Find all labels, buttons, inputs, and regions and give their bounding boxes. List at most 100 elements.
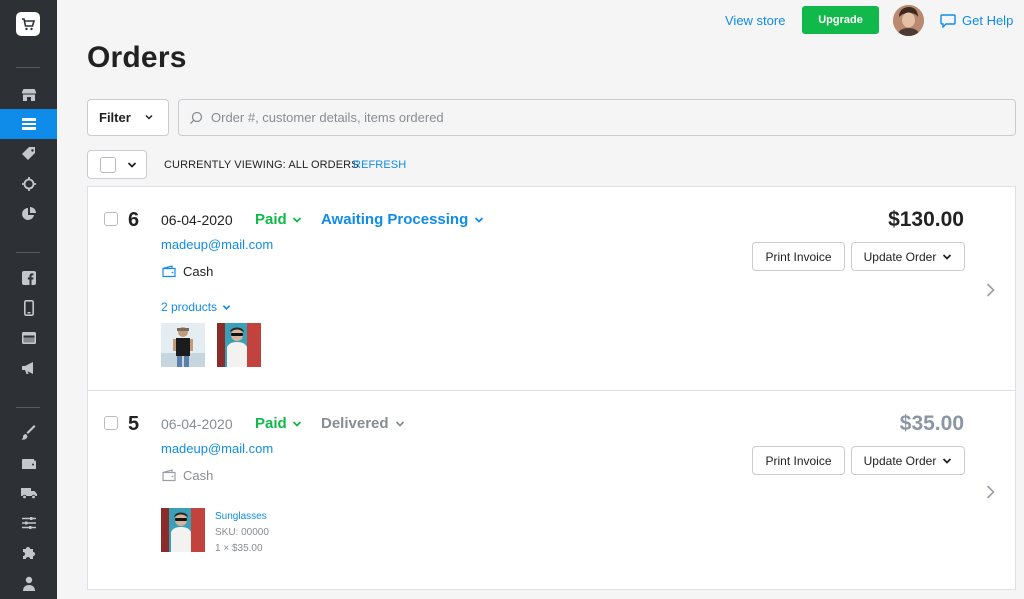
crosshair-icon [21, 177, 36, 191]
update-order-button[interactable]: Update Order [851, 446, 965, 475]
chevron-down-icon [475, 216, 484, 223]
chat-bubble-icon [940, 13, 956, 28]
store-logo-icon[interactable] [16, 12, 40, 36]
mobile-icon [23, 300, 34, 316]
order-row[interactable]: 5 06-04-2020 Paid Delivered madeup@mail.… [88, 391, 1015, 589]
print-invoice-button[interactable]: Print Invoice [752, 242, 845, 271]
viewing-label: CURRENTLY VIEWING: ALL ORDERS [164, 159, 359, 171]
sidebar-divider [16, 252, 40, 253]
user-photo-icon [893, 5, 924, 36]
sidebar-item-mobile[interactable] [0, 293, 57, 323]
refresh-link[interactable]: REFRESH [353, 159, 406, 171]
order-row[interactable]: 6 06-04-2020 Paid Awaiting Processing ma… [88, 187, 1015, 391]
pie-chart-icon [21, 207, 36, 220]
search-input[interactable] [211, 110, 991, 125]
chevron-down-icon [943, 457, 952, 464]
fulfillment-status-label: Delivered [321, 415, 389, 432]
sliders-icon [21, 517, 36, 529]
search-bar[interactable] [178, 99, 1016, 136]
sidebar-item-website[interactable] [0, 323, 57, 353]
chevron-down-icon [395, 420, 404, 427]
sidebar-item-settings[interactable] [0, 508, 57, 538]
product-photo-icon [161, 508, 205, 552]
view-store-link[interactable]: View store [725, 13, 785, 28]
sidebar-item-shipping[interactable] [0, 478, 57, 508]
customer-email[interactable]: madeup@mail.com [161, 237, 273, 252]
user-icon [22, 576, 35, 591]
payment-method: Cash [161, 468, 213, 483]
fulfillment-status-dropdown[interactable]: Delivered [321, 415, 405, 432]
update-order-label: Update Order [863, 249, 937, 264]
item-name-link[interactable]: Sunglasses [215, 511, 267, 522]
sidebar-item-store[interactable] [0, 80, 57, 110]
chevron-down-icon [943, 253, 952, 260]
get-help-link[interactable]: Get Help [940, 13, 1013, 28]
orders-icon [21, 118, 36, 130]
order-checkbox[interactable] [104, 416, 118, 430]
sidebar-item-payment[interactable] [0, 448, 57, 478]
wallet-icon [21, 459, 36, 469]
item-qty-price: 1 × $35.00 [215, 543, 263, 554]
facebook-icon [21, 271, 36, 285]
sidebar-item-facebook[interactable] [0, 263, 57, 293]
sidebar [0, 0, 57, 599]
wallet-icon [162, 265, 176, 278]
print-invoice-button[interactable]: Print Invoice [752, 446, 845, 475]
print-invoice-label: Print Invoice [765, 249, 832, 264]
fulfillment-status-label: Awaiting Processing [321, 211, 469, 228]
order-total: $130.00 [888, 208, 964, 231]
fulfillment-status-dropdown[interactable]: Awaiting Processing [321, 211, 484, 228]
payment-status-label: Paid [255, 415, 287, 432]
chevron-down-icon [222, 304, 231, 310]
filter-button[interactable]: Filter [87, 99, 169, 136]
sidebar-divider [16, 407, 40, 408]
chevron-down-icon [127, 162, 137, 168]
print-invoice-label: Print Invoice [765, 453, 832, 468]
sidebar-item-apps[interactable] [0, 538, 57, 568]
chevron-right-icon[interactable] [985, 484, 995, 500]
payment-status-label: Paid [255, 211, 287, 228]
order-date: 06-04-2020 [161, 416, 233, 432]
brush-icon [21, 425, 35, 440]
chevron-down-icon [292, 420, 301, 427]
orders-list: 6 06-04-2020 Paid Awaiting Processing ma… [87, 186, 1016, 590]
chevron-down-icon [145, 114, 153, 120]
order-date: 06-04-2020 [161, 212, 233, 228]
item-sku: SKU: 00000 [215, 527, 269, 538]
products-toggle[interactable]: 2 products [161, 300, 231, 314]
order-total: $35.00 [899, 412, 964, 435]
chevron-right-icon[interactable] [985, 282, 995, 298]
order-number: 6 [128, 209, 140, 231]
update-order-label: Update Order [863, 453, 937, 468]
select-all-checkbox[interactable] [100, 157, 116, 173]
chevron-down-icon [292, 216, 301, 223]
product-thumbnail[interactable] [161, 508, 205, 552]
tag-icon [21, 147, 35, 160]
sidebar-item-marketing[interactable] [0, 169, 57, 199]
search-icon [190, 111, 203, 124]
sidebar-item-ads[interactable] [0, 353, 57, 383]
page-title: Orders [87, 41, 187, 74]
customer-email[interactable]: madeup@mail.com [161, 441, 273, 456]
sidebar-item-orders[interactable] [0, 109, 57, 139]
product-thumbnail[interactable] [161, 323, 205, 367]
bulk-select-dropdown[interactable] [87, 150, 147, 179]
payment-status-dropdown[interactable]: Paid [255, 415, 302, 432]
update-order-button[interactable]: Update Order [851, 242, 965, 271]
avatar[interactable] [893, 5, 924, 36]
get-help-label: Get Help [962, 13, 1014, 28]
sidebar-item-products[interactable] [0, 139, 57, 169]
product-photo-icon [161, 323, 205, 367]
order-number: 5 [128, 413, 140, 435]
sidebar-item-account[interactable] [0, 568, 57, 598]
browser-icon [21, 332, 36, 344]
order-checkbox[interactable] [104, 212, 118, 226]
store-icon [21, 89, 36, 101]
product-photo-icon [217, 323, 261, 367]
sidebar-item-reports[interactable] [0, 199, 57, 229]
product-thumbnail[interactable] [217, 323, 261, 367]
upgrade-button[interactable]: Upgrade [802, 6, 879, 34]
sidebar-item-design[interactable] [0, 418, 57, 448]
puzzle-icon [22, 547, 35, 559]
payment-status-dropdown[interactable]: Paid [255, 211, 302, 228]
